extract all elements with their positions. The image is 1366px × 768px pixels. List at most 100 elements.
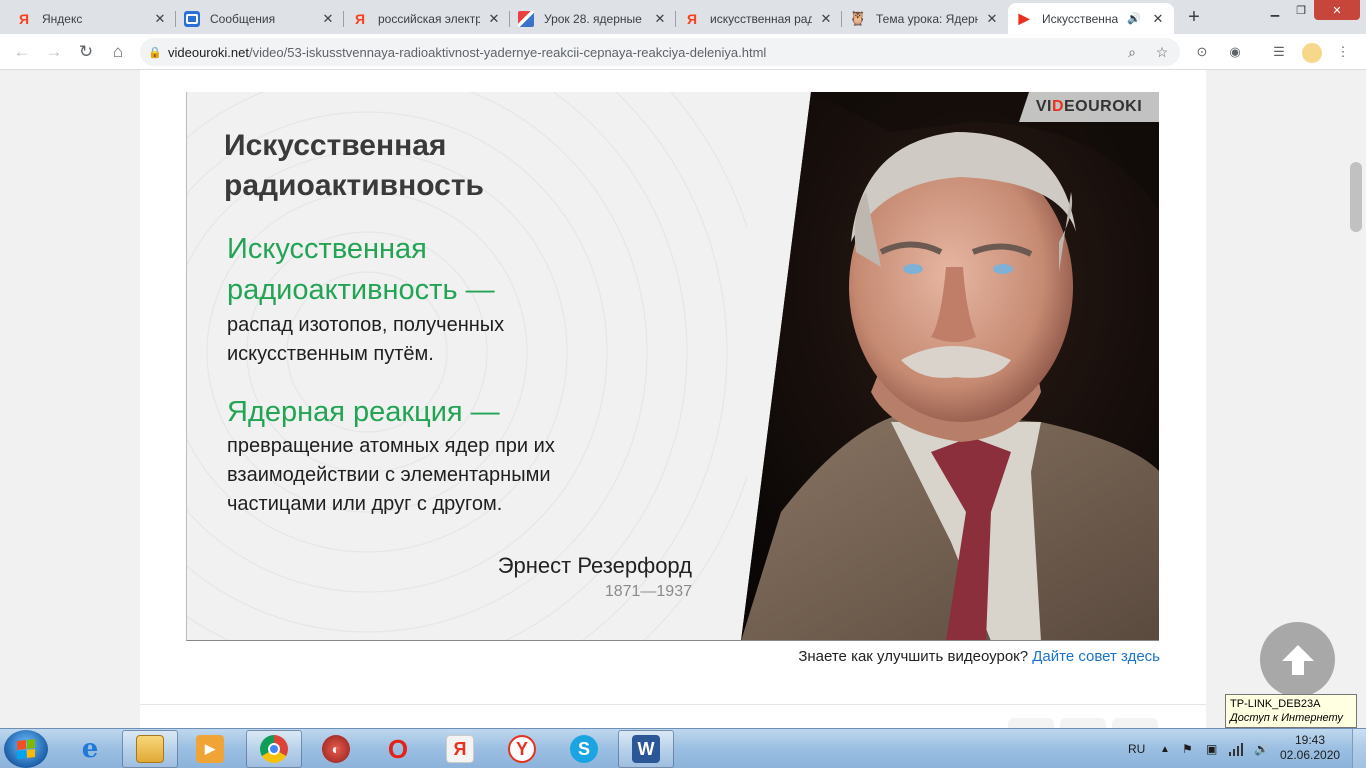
extension-compass-icon[interactable]: ◉ xyxy=(1226,43,1244,61)
new-tab-button[interactable]: + xyxy=(1180,5,1208,29)
bookmark-star-icon[interactable]: ☆ xyxy=(1152,42,1172,62)
yandex-icon: Я xyxy=(686,10,698,27)
close-icon[interactable]: ✕ xyxy=(320,11,336,27)
yandex-icon: Я xyxy=(18,10,30,27)
brand-red: D xyxy=(1051,98,1064,115)
close-icon[interactable]: ✕ xyxy=(486,11,502,27)
media-player-icon: ▶ xyxy=(196,735,224,763)
share-button[interactable] xyxy=(1112,718,1158,728)
address-bar[interactable]: 🔒 videouroki.net/video/53-iskusstvennaya… xyxy=(140,38,1180,66)
url-host: videouroki.net xyxy=(168,44,249,60)
definition-line: взаимодействии с элементарными xyxy=(227,464,551,486)
tab-strip: Я Яндекс ✕ Сообщения ✕ Я российская элек… xyxy=(0,0,1366,34)
taskbar-word[interactable]: W xyxy=(618,730,674,768)
close-icon[interactable]: ✕ xyxy=(152,11,168,27)
clock-date: 02.06.2020 xyxy=(1280,748,1341,762)
term-line: радиоактивность — xyxy=(227,274,495,306)
improvement-tip: Знаете как улучшить видеоурок? Дайте сов… xyxy=(798,648,1160,665)
scroll-to-top-button[interactable] xyxy=(1260,622,1335,697)
page-scrollbar[interactable] xyxy=(1346,70,1366,728)
device-icon[interactable]: ▣ xyxy=(1206,729,1217,768)
messages-icon xyxy=(184,10,200,27)
system-clock[interactable]: 19:43 02.06.2020 xyxy=(1280,733,1340,763)
tab-title: Искусственна xyxy=(1042,11,1119,26)
close-icon[interactable]: ✕ xyxy=(652,11,668,27)
taskbar-yandex-browser[interactable]: Y xyxy=(494,730,550,768)
action-center-flag-icon[interactable]: ⚑ xyxy=(1182,729,1193,768)
owl-icon: 🦉 xyxy=(849,10,867,26)
definition-line: искусственным путём. xyxy=(227,343,434,365)
network-name: TP-LINK_DEB23A xyxy=(1230,698,1321,710)
definition-line: распад изотопов, полученных xyxy=(227,314,505,336)
zoom-icon[interactable]: ⌕ xyxy=(1122,42,1142,62)
section-divider xyxy=(140,704,1206,705)
taskbar-media-player[interactable]: ▶ xyxy=(182,730,238,768)
taskbar-opera[interactable]: O xyxy=(370,730,426,768)
tab-search-electric[interactable]: Я российская электр ✕ xyxy=(344,3,510,34)
definition-line: превращение атомных ядер при их xyxy=(227,435,555,457)
reload-button[interactable]: ↻ xyxy=(74,40,98,64)
show-desktop-button[interactable] xyxy=(1352,729,1366,768)
network-tooltip: TP-LINK_DEB23A Доступ к Интернету xyxy=(1225,694,1357,728)
give-advice-link[interactable]: Дайте совет здесь xyxy=(1032,648,1160,665)
brand-pre: VI xyxy=(1035,98,1052,115)
tip-text: Знаете как улучшить видеоурок? xyxy=(798,648,1033,665)
url-path: /video/53-iskusstvennaya-radioaktivnost-… xyxy=(248,44,767,60)
windows-logo-icon xyxy=(17,739,35,759)
internet-explorer-icon: e xyxy=(81,734,99,764)
tab-title: Яндекс xyxy=(42,11,83,26)
speaker-icon[interactable]: 🔊 xyxy=(1126,11,1142,27)
taskbar-browser-red[interactable]: ◐ xyxy=(308,730,364,768)
tab-active-videouroki[interactable]: ▶ Искусственна 🔊 ✕ xyxy=(1008,3,1174,34)
video-slide[interactable]: VI D EOUROKI Искусственная радиоактивность… xyxy=(186,92,1159,641)
restore-button[interactable]: ❐ xyxy=(1288,0,1314,20)
slide-title-line: Искусственная xyxy=(224,129,447,162)
scrollbar-thumb[interactable] xyxy=(1350,162,1362,232)
tray-expand-icon[interactable]: ▲ xyxy=(1160,729,1170,768)
definition-line: частицами или друг с другом. xyxy=(227,493,503,515)
word-icon: W xyxy=(632,735,660,763)
taskbar-internet-explorer[interactable]: e xyxy=(62,730,118,768)
menu-icon[interactable]: ⋮ xyxy=(1334,43,1352,61)
tab-lesson-28[interactable]: Урок 28. ядерные ✕ xyxy=(510,3,676,34)
red-browser-icon: ◐ xyxy=(322,735,350,763)
content-column: VI D EOUROKI Искусственная радиоактивность… xyxy=(140,70,1206,728)
yandex-icon: Я xyxy=(354,10,366,27)
share-button[interactable] xyxy=(1060,718,1106,728)
definition-artificial-radioactivity: распад изотопов, полученных искусственны… xyxy=(227,311,687,369)
taskbar-chrome[interactable] xyxy=(246,730,302,768)
tab-search-radio[interactable]: Я искусственная рад ✕ xyxy=(676,3,842,34)
taskbar-explorer[interactable] xyxy=(122,730,178,768)
taskbar-skype[interactable]: S xyxy=(556,730,612,768)
term-nuclear-reaction: Ядерная реакция — xyxy=(227,396,500,428)
forward-button[interactable]: → xyxy=(42,40,66,64)
back-button[interactable]: ← xyxy=(10,40,34,64)
profile-avatar[interactable] xyxy=(1302,43,1322,63)
volume-icon[interactable]: 🔊 xyxy=(1254,729,1269,768)
taskbar-yandex[interactable]: Я xyxy=(432,730,488,768)
definition-nuclear-reaction: превращение атомных ядер при их взаимоде… xyxy=(227,432,687,519)
close-icon[interactable]: ✕ xyxy=(1150,11,1166,27)
author-name: Эрнест Резерфорд xyxy=(497,553,692,578)
tab-messages[interactable]: Сообщения ✕ xyxy=(176,3,344,34)
slide-title-line: радиоактивность xyxy=(224,169,484,202)
tab-lesson-topic[interactable]: 🦉 Тема урока: Ядерн ✕ xyxy=(842,3,1008,34)
close-icon[interactable]: ✕ xyxy=(818,11,834,27)
home-button[interactable]: ⌂ xyxy=(106,40,130,64)
url-text: videouroki.net/video/53-iskusstvennaya-r… xyxy=(168,45,766,60)
share-button[interactable] xyxy=(1008,718,1054,728)
browser-toolbar: ← → ↻ ⌂ 🔒 videouroki.net/video/53-iskuss… xyxy=(0,34,1366,70)
tab-yandex[interactable]: Я Яндекс ✕ xyxy=(8,3,176,34)
videouroki-icon: ▶ xyxy=(1018,10,1030,26)
network-signal-icon[interactable] xyxy=(1228,729,1244,768)
extension-search-icon[interactable]: ⊙ xyxy=(1193,43,1211,61)
start-button[interactable] xyxy=(4,730,48,768)
close-icon[interactable]: ✕ xyxy=(984,11,1000,27)
lock-icon[interactable]: 🔒 xyxy=(148,46,168,59)
language-indicator[interactable]: RU xyxy=(1128,729,1145,768)
yandex-browser-icon: Y xyxy=(508,735,536,763)
term-artificial-radioactivity: Искусственная радиоактивность — xyxy=(227,229,627,311)
minimize-button[interactable]: ▁ xyxy=(1262,0,1288,20)
close-window-button[interactable]: ✕ xyxy=(1314,0,1360,20)
reading-list-icon[interactable]: ☰ xyxy=(1270,43,1288,61)
